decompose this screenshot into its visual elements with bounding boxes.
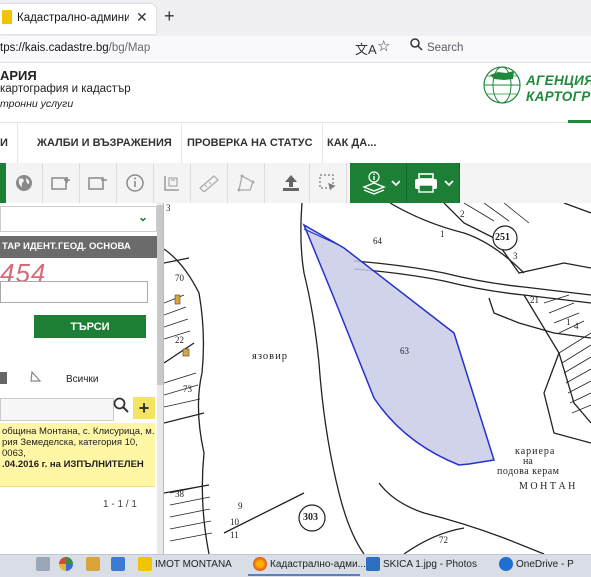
panel-scrollbar-thumb[interactable] — [157, 205, 163, 385]
main-menu: И ЖАЛБИ И ВЪЗРАЖЕНИЯ ПРОВЕРКА НА СТАТУС … — [0, 122, 591, 164]
new-tab-button[interactable]: + — [164, 6, 175, 27]
cadastral-map[interactable]: 3 2 1 64 251 3 70 21 22 63 1 4 язовир 73… — [164, 203, 591, 554]
map-toolbar — [0, 163, 591, 204]
parcel-label: 73 — [183, 384, 192, 394]
coordinates-icon[interactable] — [154, 163, 191, 203]
firefox-icon[interactable] — [253, 557, 267, 571]
site-subtitle: картография и кадастър — [0, 83, 131, 95]
parcel-label-selected: 63 — [400, 346, 409, 356]
document-icon — [2, 10, 12, 24]
parcel-label: 72 — [439, 535, 448, 545]
parcel-label: 21 — [530, 295, 539, 305]
menu-item-status-check[interactable]: ПРОВЕРКА НА СТАТУС — [178, 123, 323, 163]
url-host: tps://kais.cadastre.bg — [0, 42, 109, 54]
taskbar-item-folder[interactable]: IMOT MONTANA — [155, 559, 232, 570]
parcel-label: 38 — [175, 489, 184, 499]
globe-icon[interactable] — [6, 163, 43, 203]
tab-cadastral-id[interactable]: ТАР ИДЕНТ. — [2, 241, 57, 252]
add-window-icon[interactable] — [43, 163, 80, 203]
filter-all-label[interactable]: Всички — [66, 374, 98, 385]
captcha-input[interactable] — [0, 281, 148, 303]
filter-polygon-icon[interactable] — [30, 371, 41, 382]
parcel-label: 70 — [175, 273, 184, 283]
translate-icon[interactable]: 文A — [355, 39, 377, 58]
url-path: /bg/Map — [108, 42, 151, 54]
folder-icon[interactable] — [138, 557, 152, 571]
toolbar-green-edge — [0, 163, 6, 203]
info-icon[interactable] — [117, 163, 154, 203]
taskbar-item-photos[interactable]: SKICA 1.jpg - Photos — [383, 559, 477, 570]
parcel-label: 10 — [230, 517, 239, 527]
map-feature-label: подова керам — [497, 466, 560, 477]
ruler-icon[interactable] — [191, 163, 228, 203]
tab-title: Кадастрално-административн — [17, 12, 129, 24]
agency-logo-icon[interactable] — [482, 65, 522, 105]
file-explorer-icon[interactable] — [86, 557, 100, 571]
menu-item-complaints[interactable]: ЖАЛБИ И ВЪЗРАЖЕНИЯ — [28, 123, 182, 163]
parcel-label: 1 — [440, 229, 445, 239]
parcel-label: 64 — [373, 236, 382, 246]
add-button[interactable]: + — [133, 397, 155, 419]
parcel-label-circled: 251 — [495, 232, 510, 243]
parcel-label: 4 — [574, 321, 579, 331]
search-type-select[interactable] — [0, 206, 157, 232]
zoom-icon[interactable] — [113, 397, 129, 417]
filter-point-icon[interactable] — [0, 372, 7, 384]
results-filter-input[interactable] — [0, 398, 114, 421]
result-line: рия Земеделска, категория 10, — [2, 437, 138, 448]
url-field[interactable]: tps://kais.cadastre.bg/bg/Map — [0, 42, 150, 54]
tab-geodetic-base[interactable]: ГЕОД. ОСНОВА — [58, 241, 131, 252]
close-icon[interactable]: ✕ — [136, 9, 148, 26]
upload-icon[interactable] — [273, 163, 310, 203]
store-icon[interactable] — [111, 557, 125, 571]
onedrive-icon[interactable] — [499, 557, 513, 571]
parcel-label: 1 — [566, 317, 571, 327]
search-result-item[interactable]: община Монтана, с. Клисурица, м. рия Зем… — [0, 423, 155, 487]
pager: 1 - 1 / 1 — [103, 499, 137, 510]
remove-window-icon[interactable] — [80, 163, 117, 203]
bookmark-star-icon[interactable]: ☆ — [377, 37, 390, 55]
task-view-icon[interactable] — [36, 557, 50, 571]
map-feature-label: кариера — [515, 446, 556, 457]
select-area-icon[interactable] — [310, 163, 347, 203]
result-line: 0063, — [2, 448, 26, 459]
parcel-label-circled: 303 — [303, 512, 318, 523]
site-title: АРИЯ — [0, 68, 37, 83]
layers-dropdown-button[interactable] — [350, 163, 407, 203]
menu-item-how-to[interactable]: КАК ДА... — [318, 123, 385, 163]
measure-area-icon[interactable] — [228, 163, 265, 203]
photos-icon[interactable] — [366, 557, 380, 571]
parcel-label: 3 — [513, 251, 518, 261]
search-button[interactable]: ТЪРСИ — [34, 315, 146, 338]
edge-browser-icon[interactable] — [59, 557, 73, 571]
logo-text: АГЕНЦИЯ — [526, 73, 591, 88]
menu-item-services[interactable]: И — [0, 123, 18, 163]
map-feature-label: язовир — [252, 351, 288, 362]
logo-text-2: КАРТОГР — [526, 89, 591, 104]
parcel-label: 22 — [175, 335, 184, 345]
map-canvas — [164, 203, 591, 554]
taskbar-item-firefox[interactable]: Кадастрално-адми... — [270, 559, 366, 570]
search-icon[interactable] — [410, 38, 423, 54]
map-place-label: М О Н Т А Н — [519, 481, 576, 492]
parcel-label: 3 — [166, 203, 171, 213]
search-box-label[interactable]: Search — [427, 42, 463, 54]
parcel-label: 11 — [230, 530, 239, 540]
site-tagline: тронни услуги — [0, 98, 74, 110]
print-dropdown-button[interactable] — [407, 163, 460, 203]
menu-accent — [568, 120, 591, 123]
taskbar-item-onedrive[interactable]: OneDrive - P — [516, 559, 574, 570]
result-line: .04.2016 г. на ИЗПЪЛНИТЕЛЕН — [2, 459, 144, 470]
parcel-label: 2 — [460, 209, 465, 219]
chevron-down-icon[interactable]: ⌄ — [138, 210, 148, 224]
parcel-label: 9 — [238, 501, 243, 511]
result-line: община Монтана, с. Клисурица, м. — [2, 426, 155, 437]
